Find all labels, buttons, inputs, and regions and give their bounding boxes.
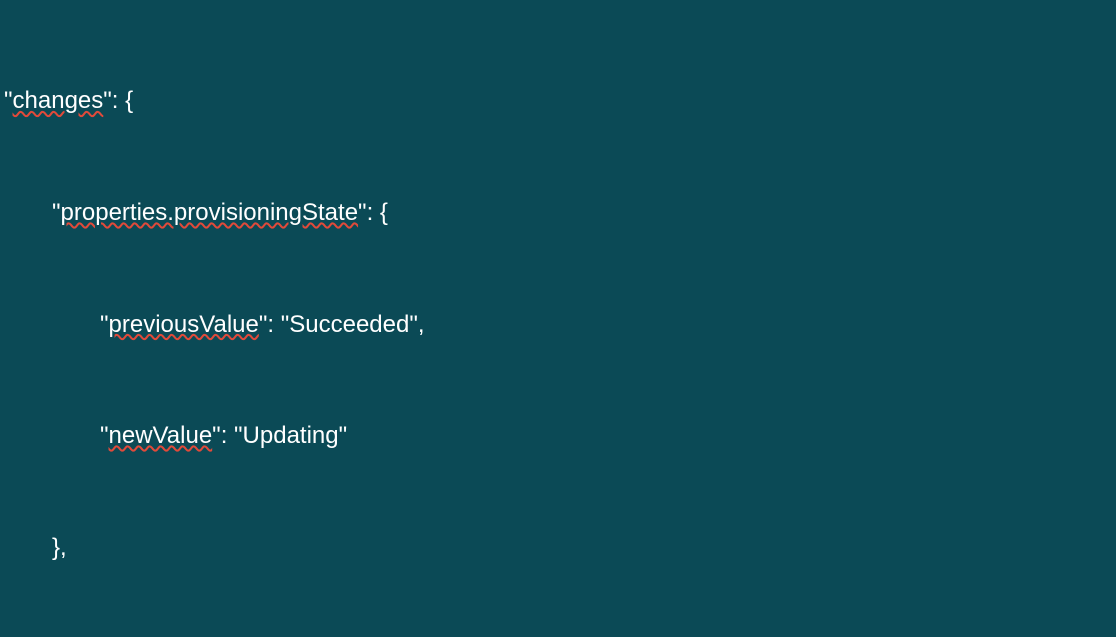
key-provisioning-state: properties.provisioningState <box>61 199 359 226</box>
json-code-view: "changes": { "properties.provisioningSta… <box>0 0 1116 637</box>
key-previous-value: previousValue <box>109 311 259 338</box>
code-line: }, <box>4 529 1112 566</box>
value-provisioning-new: Updating <box>243 422 339 449</box>
value-provisioning-prev: Succeeded <box>289 311 409 338</box>
code-line: "properties.provisioningState": { <box>4 194 1112 231</box>
code-line: "newValue": "Updating" <box>4 417 1112 454</box>
key-new-value: newValue <box>109 422 213 449</box>
key-changes: changes <box>13 87 104 114</box>
code-line: "previousValue": "Succeeded", <box>4 306 1112 343</box>
code-line: "changes": { <box>4 82 1112 119</box>
